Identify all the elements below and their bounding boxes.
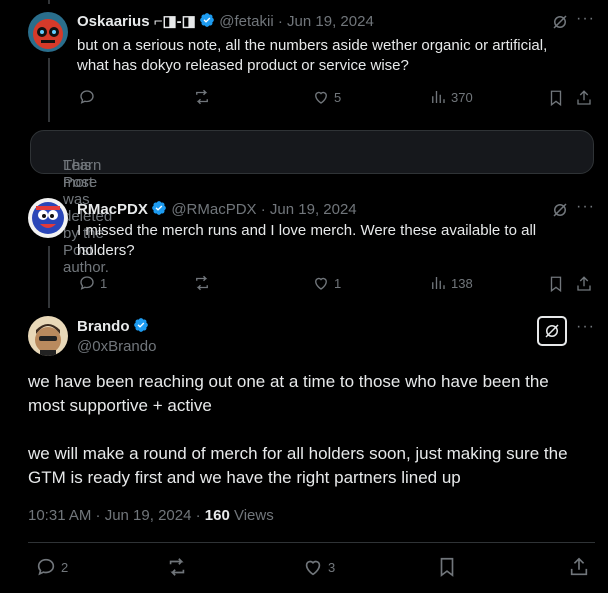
repost-icon	[169, 558, 185, 576]
heart-icon	[315, 277, 327, 290]
post-header: Oskaarius ⌐◨-◨ @fetakii · Jun 19, 2024	[77, 12, 374, 31]
post-text-line: but on a serious note, all the numbers a…	[77, 37, 548, 54]
reply-icon	[37, 558, 55, 576]
reply-button[interactable]: 1	[78, 274, 107, 292]
views-button[interactable]: 370	[429, 88, 473, 106]
share-icon[interactable]	[568, 556, 590, 578]
more-options-icon[interactable]: ···	[576, 318, 595, 336]
heart-icon	[305, 560, 321, 576]
post-text: I missed the merch runs and I love merch…	[77, 221, 536, 261]
like-button[interactable]: 5	[312, 88, 341, 106]
analytics-icon	[432, 277, 445, 289]
deleted-post-notice: This Post was deleted by the Post author…	[30, 130, 594, 276]
post-text-line: most supportive + active	[28, 396, 212, 415]
grok-icon[interactable]	[551, 13, 569, 31]
thread-line	[48, 0, 50, 4]
heart-icon	[315, 91, 327, 104]
author-name[interactable]: Oskaarius ⌐◨-◨	[77, 13, 196, 30]
repost-button[interactable]	[193, 274, 215, 292]
repost-icon	[196, 275, 208, 291]
author-handle[interactable]: @fetakii	[219, 13, 273, 30]
author-name[interactable]: RMacPDX	[77, 201, 148, 218]
avatar-image	[28, 198, 68, 238]
post-date[interactable]: Jun 19, 2024	[287, 13, 374, 30]
separator-dot: ·	[273, 13, 288, 30]
verified-badge-icon	[199, 13, 214, 27]
reply-button[interactable]: 2	[35, 556, 68, 578]
post-text-line: what has dokyo released product or servi…	[77, 57, 409, 74]
more-options-icon[interactable]: ···	[576, 10, 595, 28]
bookmark-icon[interactable]	[436, 556, 458, 578]
thread-line	[48, 246, 50, 308]
views-count: 138	[451, 275, 473, 291]
like-button[interactable]: 3	[302, 556, 335, 578]
post-text: but on a serious note, all the numbers a…	[77, 36, 547, 76]
post-date[interactable]: Jun 19, 2024	[270, 201, 357, 218]
like-count: 5	[334, 89, 342, 105]
repost-button[interactable]	[166, 556, 188, 578]
bookmark-icon[interactable]	[547, 89, 565, 107]
post-timestamp: 10:31 AM · Jun 19, 2024 · 160 Views	[28, 507, 274, 524]
author-handle[interactable]: @RMacPDX	[171, 201, 256, 218]
avatar-image	[28, 316, 68, 356]
post-header: RMacPDX @RMacPDX · Jun 19, 2024	[77, 200, 357, 219]
more-options-icon[interactable]: ···	[576, 198, 595, 216]
bookmark-icon[interactable]	[547, 275, 565, 293]
post-text-line: I missed the merch runs and I love merch…	[77, 222, 537, 239]
divider	[28, 542, 595, 543]
avatar-image	[28, 12, 68, 52]
thread-line	[48, 58, 50, 122]
post-text-line: we have been reaching out one at a time …	[28, 372, 549, 391]
post-text-line: GTM is ready first and we have the right…	[28, 468, 461, 487]
timestamp-text[interactable]: 10:31 AM · Jun 19, 2024 ·	[28, 507, 205, 524]
repost-button[interactable]	[193, 88, 215, 106]
reply-count: 1	[100, 275, 108, 291]
like-count: 1	[334, 275, 342, 291]
like-count: 3	[328, 559, 336, 575]
author-handle[interactable]: @0xBrando	[77, 338, 156, 355]
share-icon[interactable]	[575, 275, 593, 293]
reply-button[interactable]	[78, 88, 100, 106]
post-text-line: we will make a round of merch for all ho…	[28, 444, 568, 463]
verified-badge-icon	[133, 318, 148, 332]
avatar[interactable]	[28, 198, 68, 238]
main-post-text: we have been reaching out one at a time …	[28, 370, 598, 490]
views-number: 160	[204, 507, 230, 524]
learn-more-link[interactable]: Learn more	[63, 157, 101, 191]
verified-badge-icon	[152, 201, 166, 215]
share-icon[interactable]	[575, 89, 593, 107]
author-name[interactable]: Brando	[77, 318, 130, 335]
main-post-author: Brando	[77, 317, 149, 336]
repost-icon	[196, 89, 208, 105]
like-button[interactable]: 1	[312, 274, 341, 292]
views-label: Views	[229, 507, 274, 524]
grok-icon[interactable]	[551, 201, 569, 219]
separator-dot: ·	[256, 201, 270, 218]
views-button[interactable]: 138	[429, 274, 473, 292]
avatar[interactable]	[28, 316, 68, 356]
reply-icon	[80, 90, 94, 104]
post-text-line: holders?	[77, 242, 135, 259]
analytics-icon	[432, 91, 445, 103]
reply-count: 2	[61, 559, 69, 575]
grok-icon	[545, 324, 559, 338]
views-count: 370	[451, 89, 473, 105]
reply-icon	[80, 276, 94, 290]
grok-button[interactable]	[537, 316, 567, 346]
avatar[interactable]	[28, 12, 68, 52]
